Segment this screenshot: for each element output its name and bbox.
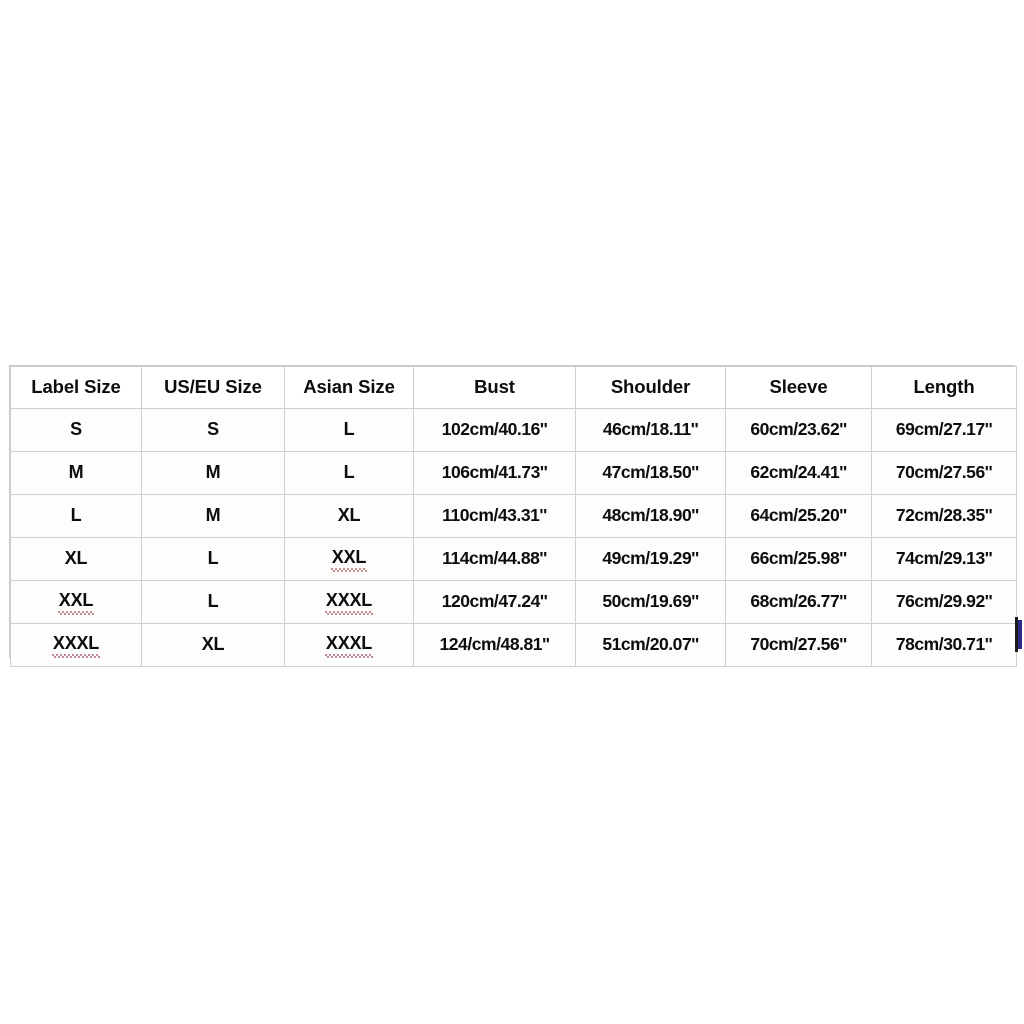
cell-label-size: XXXL	[10, 623, 142, 667]
cell-label-size: M	[10, 451, 142, 495]
size-chart-container: Label Size US/EU Size Asian Size Bust Sh…	[9, 365, 1017, 667]
cell-asian-size: L	[284, 408, 414, 452]
size-chart-header: Label Size US/EU Size Asian Size Bust Sh…	[10, 366, 1017, 409]
table-header-row: Label Size US/EU Size Asian Size Bust Sh…	[10, 366, 1017, 409]
spellcheck-underlined-text: XXL	[57, 590, 95, 615]
cell-shoulder: 50cm/19.69''	[575, 580, 726, 624]
table-row: L M XL 110cm/43.31'' 48cm/18.90'' 64cm/25.20'…	[10, 494, 1017, 538]
cell-shoulder: 49cm/19.29''	[575, 537, 726, 581]
cell-length: 70cm/27.56''	[871, 451, 1017, 495]
cell-bust: 120cm/47.24''	[413, 580, 576, 624]
cell-us-eu-size: S	[141, 408, 285, 452]
column-header-label-size: Label Size	[10, 366, 142, 409]
table-row: XL L XXL 114cm/44.88'' 49cm/19.29'' 66cm/25.9…	[10, 537, 1017, 581]
column-header-sleeve: Sleeve	[725, 366, 872, 409]
table-row: XXL L XXXL 120cm/47.24'' 50cm/19.69'' 68cm/26…	[10, 580, 1017, 624]
cell-label-size: XL	[10, 537, 142, 581]
spellcheck-underlined-text: XXXL	[324, 590, 374, 615]
table-row: XXXL XL XXXL 124/cm/48.81'' 51cm/20.07'' 70cm…	[10, 623, 1017, 667]
column-header-shoulder: Shoulder	[575, 366, 726, 409]
table-row: M M L 106cm/41.73'' 47cm/18.50'' 62cm/24.41''…	[10, 451, 1017, 495]
page-canvas: Label Size US/EU Size Asian Size Bust Sh…	[0, 0, 1024, 1024]
cell-shoulder: 48cm/18.90''	[575, 494, 726, 538]
cell-label-size: XXL	[10, 580, 142, 624]
cell-sleeve: 70cm/27.56''	[725, 623, 872, 667]
cell-us-eu-size: M	[141, 451, 285, 495]
cell-asian-size: XXXL	[284, 580, 414, 624]
cell-label-size: S	[10, 408, 142, 452]
cell-bust: 106cm/41.73''	[413, 451, 576, 495]
table-row: S S L 102cm/40.16'' 46cm/18.11'' 60cm/23.62''…	[10, 408, 1017, 452]
cell-bust: 110cm/43.31''	[413, 494, 576, 538]
cell-us-eu-size: L	[141, 537, 285, 581]
cell-length: 69cm/27.17''	[871, 408, 1017, 452]
cell-sleeve: 62cm/24.41''	[725, 451, 872, 495]
spellcheck-underlined-text: XXL	[330, 547, 368, 572]
cell-bust: 114cm/44.88''	[413, 537, 576, 581]
column-header-bust: Bust	[413, 366, 576, 409]
cell-asian-size: L	[284, 451, 414, 495]
cell-sleeve: 66cm/25.98''	[725, 537, 872, 581]
cell-length: 76cm/29.92''	[871, 580, 1017, 624]
cell-length: 74cm/29.13''	[871, 537, 1017, 581]
cell-asian-size: XL	[284, 494, 414, 538]
cell-sleeve: 64cm/25.20''	[725, 494, 872, 538]
cell-sleeve: 60cm/23.62''	[725, 408, 872, 452]
cell-bust: 124/cm/48.81''	[413, 623, 576, 667]
cell-length: 72cm/28.35''	[871, 494, 1017, 538]
spellcheck-underlined-text: XXXL	[324, 633, 374, 658]
cell-us-eu-size: L	[141, 580, 285, 624]
cell-asian-size: XXXL	[284, 623, 414, 667]
size-chart-body: S S L 102cm/40.16'' 46cm/18.11'' 60cm/23.62''…	[10, 408, 1017, 667]
cell-shoulder: 46cm/18.11''	[575, 408, 726, 452]
column-header-asian-size: Asian Size	[284, 366, 414, 409]
size-chart-table: Label Size US/EU Size Asian Size Bust Sh…	[10, 366, 1017, 667]
cell-bust: 102cm/40.16''	[413, 408, 576, 452]
cell-sleeve: 68cm/26.77''	[725, 580, 872, 624]
spellcheck-underlined-text: XXXL	[51, 633, 101, 658]
cell-shoulder: 47cm/18.50''	[575, 451, 726, 495]
column-header-length: Length	[871, 366, 1017, 409]
cell-us-eu-size: XL	[141, 623, 285, 667]
cell-length: 78cm/30.71''	[871, 623, 1017, 667]
cell-asian-size: XXL	[284, 537, 414, 581]
cell-label-size: L	[10, 494, 142, 538]
cell-shoulder: 51cm/20.07''	[575, 623, 726, 667]
column-header-us-eu-size: US/EU Size	[141, 366, 285, 409]
right-edge-artifact	[1018, 620, 1022, 649]
cell-us-eu-size: M	[141, 494, 285, 538]
